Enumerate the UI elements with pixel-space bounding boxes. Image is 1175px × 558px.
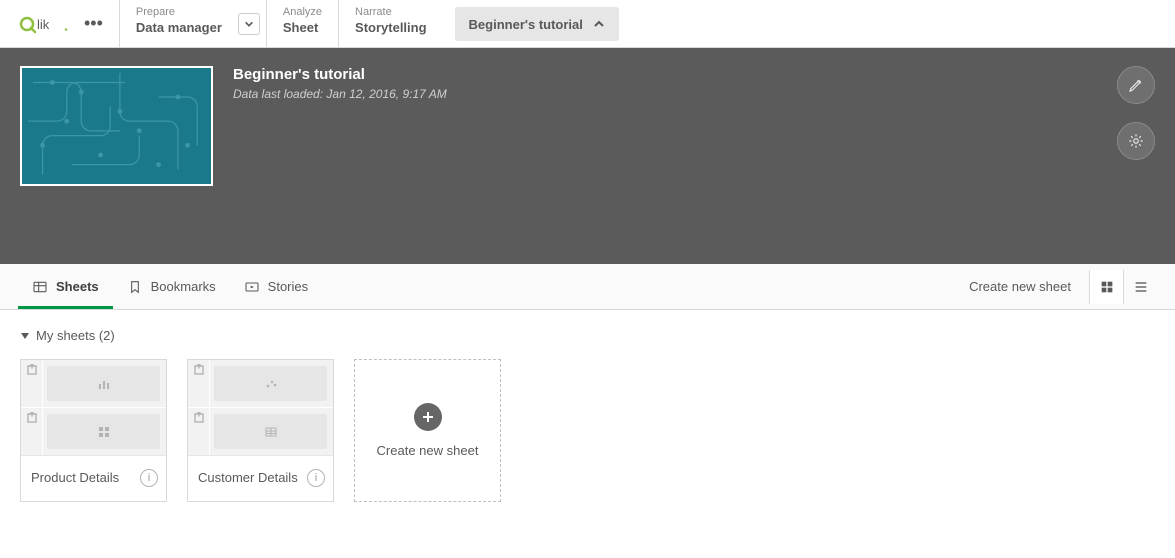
nav-analyze[interactable]: Analyze Sheet xyxy=(266,0,338,47)
view-grid-button[interactable] xyxy=(1089,270,1123,304)
nav-analyze-kicker: Analyze xyxy=(283,6,322,18)
sheet-preview xyxy=(21,360,166,455)
sheet-card-product-details[interactable]: Product Details i xyxy=(20,359,167,502)
nav-narrate-kicker: Narrate xyxy=(355,6,427,18)
chevron-up-icon xyxy=(593,18,605,30)
nav-prepare-label: Data manager xyxy=(136,20,222,35)
tab-bookmarks[interactable]: Bookmarks xyxy=(113,264,230,309)
grid-icon xyxy=(1099,279,1115,295)
sheets-icon xyxy=(32,279,48,295)
tab-sheets[interactable]: Sheets xyxy=(18,264,113,309)
nav-narrate[interactable]: Narrate Storytelling xyxy=(338,0,443,47)
create-new-sheet-card[interactable]: Create new sheet xyxy=(354,359,501,502)
export-mini-icon xyxy=(188,360,210,407)
nav-prepare-kicker: Prepare xyxy=(136,6,222,18)
tab-sheets-label: Sheets xyxy=(56,279,99,294)
settings-button[interactable] xyxy=(1117,122,1155,160)
export-mini-icon xyxy=(188,408,210,455)
app-subtitle: Data last loaded: Jan 12, 2016, 9:17 AM xyxy=(233,87,447,101)
chevron-down-icon xyxy=(244,19,254,29)
sheet-title: Product Details xyxy=(31,470,119,485)
plus-icon xyxy=(414,403,442,431)
scatter-mini xyxy=(214,366,327,401)
app-dropdown-label: Beginner's tutorial xyxy=(469,17,583,32)
stories-icon xyxy=(244,279,260,295)
list-icon xyxy=(1133,279,1149,295)
top-nav: lik ••• Prepare Data manager Analyze She… xyxy=(0,0,1175,48)
app-title: Beginner's tutorial xyxy=(233,66,447,83)
sheet-card-customer-details[interactable]: Customer Details i xyxy=(187,359,334,502)
bar-chart-mini xyxy=(47,366,160,401)
nav-prepare-caret[interactable] xyxy=(238,13,260,35)
tab-stories-label: Stories xyxy=(268,279,308,294)
qlik-logo: lik xyxy=(18,12,70,36)
nav-analyze-label: Sheet xyxy=(283,20,322,35)
view-list-button[interactable] xyxy=(1123,270,1157,304)
my-sheets-group-header[interactable]: My sheets (2) xyxy=(20,328,1155,343)
sheet-title: Customer Details xyxy=(198,470,298,485)
gear-icon xyxy=(1127,132,1145,150)
table-mini xyxy=(214,414,327,449)
sheet-footer: Customer Details i xyxy=(188,455,333,499)
my-sheets-group-label: My sheets (2) xyxy=(36,328,115,343)
hero-actions xyxy=(1117,66,1155,160)
sheet-footer: Product Details i xyxy=(21,455,166,499)
app-thumbnail xyxy=(20,66,213,186)
info-icon[interactable]: i xyxy=(307,469,325,487)
nav-more-icon[interactable]: ••• xyxy=(80,9,107,38)
tab-bookmarks-label: Bookmarks xyxy=(151,279,216,294)
bookmark-icon xyxy=(127,279,143,295)
create-new-sheet-link[interactable]: Create new sheet xyxy=(969,279,1071,294)
sheet-preview xyxy=(188,360,333,455)
edit-button[interactable] xyxy=(1117,66,1155,104)
export-mini-icon xyxy=(21,408,43,455)
app-dropdown[interactable]: Beginner's tutorial xyxy=(455,7,619,41)
nav-narrate-label: Storytelling xyxy=(355,20,427,35)
triangle-down-icon xyxy=(20,331,30,341)
pencil-icon xyxy=(1127,76,1145,94)
sheet-cards: Product Details i xyxy=(20,359,1155,502)
tab-bar: Sheets Bookmarks Stories Create new shee… xyxy=(0,264,1175,310)
nav-prepare[interactable]: Prepare Data manager xyxy=(119,0,266,47)
app-hero: Beginner's tutorial Data last loaded: Ja… xyxy=(0,48,1175,264)
brand: lik ••• xyxy=(0,0,119,47)
tab-stories[interactable]: Stories xyxy=(230,264,322,309)
svg-text:lik: lik xyxy=(37,17,50,32)
info-icon[interactable]: i xyxy=(140,469,158,487)
app-hero-text: Beginner's tutorial Data last loaded: Ja… xyxy=(233,66,447,101)
grid-mini xyxy=(47,414,160,449)
export-mini-icon xyxy=(21,360,43,407)
create-new-sheet-card-label: Create new sheet xyxy=(377,443,479,458)
sheets-area: My sheets (2) xyxy=(0,310,1175,520)
